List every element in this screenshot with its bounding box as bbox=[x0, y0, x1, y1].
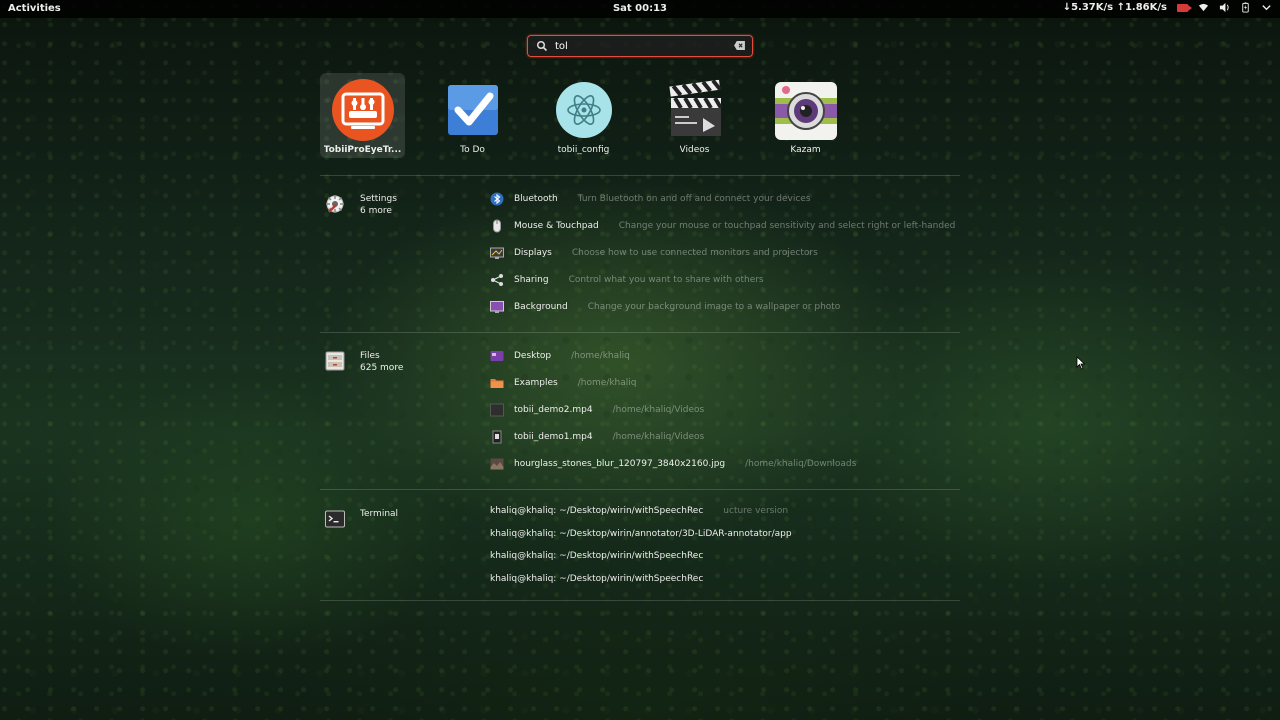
result-name: Background bbox=[514, 302, 568, 312]
image-file-icon bbox=[490, 458, 504, 470]
app-tobii-config[interactable]: tobii_config bbox=[541, 73, 626, 158]
todo-check-icon bbox=[447, 85, 498, 135]
tobii-pro-eyetracker-icon bbox=[331, 79, 394, 141]
result-name: Displays bbox=[514, 248, 552, 258]
share-icon bbox=[491, 274, 503, 286]
provider-files[interactable]: Files 625 more bbox=[324, 350, 403, 374]
result-examples[interactable]: Examples /home/khaliq bbox=[490, 375, 636, 391]
provider-terminal[interactable]: Terminal bbox=[324, 508, 398, 530]
result-description: Control what you want to share with othe… bbox=[568, 275, 764, 285]
result-description: /home/khaliq bbox=[571, 351, 630, 361]
clapperboard-icon bbox=[668, 80, 723, 136]
result-description: ucture version bbox=[723, 506, 789, 516]
background-icon bbox=[490, 301, 504, 313]
result-mouse-touchpad[interactable]: Mouse & Touchpad Change your mouse or to… bbox=[490, 218, 955, 234]
provider-more-count: 6 more bbox=[360, 206, 392, 216]
app-kazam[interactable]: Kazam bbox=[763, 73, 848, 158]
result-description: Turn Bluetooth on and off and connect yo… bbox=[577, 194, 811, 204]
result-sharing[interactable]: Sharing Control what you want to share w… bbox=[490, 272, 764, 288]
result-name: tobii_demo2.mp4 bbox=[514, 405, 593, 415]
result-terminal-session[interactable]: khaliq@khaliq: ~/Desktop/wirin/withSpeec… bbox=[490, 506, 788, 516]
app-label: TobiiProEyeTr... bbox=[323, 145, 402, 155]
result-name: khaliq@khaliq: ~/Desktop/wirin/withSpeec… bbox=[490, 551, 704, 561]
app-label: To Do bbox=[460, 145, 485, 155]
camera-icon bbox=[774, 82, 837, 140]
result-background[interactable]: Background Change your background image … bbox=[490, 299, 840, 315]
screen-recording-icon[interactable] bbox=[1177, 3, 1192, 12]
video-file-icon bbox=[490, 403, 504, 417]
video-file-icon bbox=[492, 430, 502, 444]
search-input[interactable] bbox=[553, 38, 727, 54]
provider-name: Terminal bbox=[360, 509, 399, 519]
section-divider bbox=[320, 489, 960, 490]
result-description: Choose how to use connected monitors and… bbox=[571, 248, 818, 258]
battery-icon[interactable] bbox=[1240, 2, 1251, 13]
volume-icon[interactable] bbox=[1219, 2, 1230, 13]
section-divider bbox=[320, 332, 960, 333]
desktop-folder-icon bbox=[490, 351, 504, 361]
folder-icon bbox=[490, 379, 504, 388]
result-description: Change your background image to a wallpa… bbox=[587, 302, 841, 312]
display-icon bbox=[490, 247, 504, 259]
result-bluetooth[interactable]: Bluetooth Turn Bluetooth on and off and … bbox=[490, 191, 811, 207]
result-description: Change your mouse or touchpad sensitivit… bbox=[618, 221, 956, 231]
result-tobii-demo2[interactable]: tobii_demo2.mp4 /home/khaliq/Videos bbox=[490, 402, 704, 418]
mouse-icon bbox=[493, 219, 501, 233]
result-tobii-demo1[interactable]: tobii_demo1.mp4 /home/khaliq/Videos bbox=[490, 429, 704, 445]
clear-search-icon[interactable] bbox=[734, 41, 745, 50]
result-name: Desktop bbox=[514, 351, 552, 361]
app-label: tobii_config bbox=[557, 145, 610, 155]
top-bar: Activities Sat 00:13 ↓5.37K/s ↑1.86K/s bbox=[0, 0, 1280, 18]
provider-name: Files bbox=[360, 351, 380, 361]
result-name: Sharing bbox=[514, 275, 549, 285]
result-terminal-session[interactable]: khaliq@khaliq: ~/Desktop/wirin/withSpeec… bbox=[490, 551, 703, 561]
terminal-icon bbox=[325, 510, 345, 528]
result-description: /home/khaliq bbox=[577, 378, 637, 388]
system-tray[interactable]: ↓5.37K/s ↑1.86K/s bbox=[1063, 2, 1272, 13]
provider-name: Settings bbox=[360, 194, 397, 204]
result-name: khaliq@khaliq: ~/Desktop/wirin/withSpeec… bbox=[490, 574, 704, 584]
search-entry[interactable] bbox=[527, 35, 753, 57]
result-terminal-session[interactable]: khaliq@khaliq: ~/Desktop/wirin/withSpeec… bbox=[490, 574, 703, 584]
result-description: /home/khaliq/Downloads bbox=[745, 459, 857, 469]
search-icon bbox=[536, 40, 548, 52]
result-name: tobii_demo1.mp4 bbox=[514, 432, 593, 442]
bluetooth-icon bbox=[490, 192, 504, 206]
provider-settings[interactable]: Settings 6 more bbox=[324, 193, 397, 217]
wifi-icon[interactable] bbox=[1198, 2, 1209, 13]
result-name: khaliq@khaliq: ~/Desktop/wirin/annotator… bbox=[490, 529, 792, 539]
result-terminal-session[interactable]: khaliq@khaliq: ~/Desktop/wirin/annotator… bbox=[490, 529, 792, 539]
result-description: /home/khaliq/Videos bbox=[612, 405, 705, 415]
app-todo[interactable]: To Do bbox=[430, 73, 515, 158]
result-displays[interactable]: Displays Choose how to use connected mon… bbox=[490, 245, 818, 261]
settings-icon bbox=[326, 195, 344, 213]
mouse-pointer-icon bbox=[1076, 356, 1086, 370]
chevron-down-icon[interactable] bbox=[1261, 2, 1272, 13]
file-cabinet-icon bbox=[325, 351, 345, 371]
result-name: Examples bbox=[514, 378, 558, 388]
electron-atom-icon bbox=[555, 82, 612, 138]
result-desktop[interactable]: Desktop /home/khaliq bbox=[490, 348, 630, 364]
network-speed-indicator[interactable]: ↓5.37K/s ↑1.86K/s bbox=[1063, 2, 1167, 13]
result-name: Mouse & Touchpad bbox=[514, 221, 599, 231]
section-divider bbox=[320, 600, 960, 601]
result-hourglass-image[interactable]: hourglass_stones_blur_120797_3840x2160.j… bbox=[490, 456, 856, 472]
result-name: khaliq@khaliq: ~/Desktop/wirin/withSpeec… bbox=[490, 506, 704, 516]
section-divider bbox=[320, 175, 960, 176]
result-name: hourglass_stones_blur_120797_3840x2160.j… bbox=[514, 459, 726, 469]
app-tobii-pro-eyetracker[interactable]: TobiiProEyeTr... bbox=[320, 73, 405, 158]
app-videos[interactable]: Videos bbox=[652, 73, 737, 158]
provider-more-count: 625 more bbox=[360, 363, 404, 373]
app-label: Kazam bbox=[790, 145, 821, 155]
app-results: TobiiProEyeTr... To Do tobii_config Vide… bbox=[320, 73, 960, 158]
result-description: /home/khaliq/Videos bbox=[612, 432, 705, 442]
app-label: Videos bbox=[679, 145, 710, 155]
result-name: Bluetooth bbox=[514, 194, 558, 204]
